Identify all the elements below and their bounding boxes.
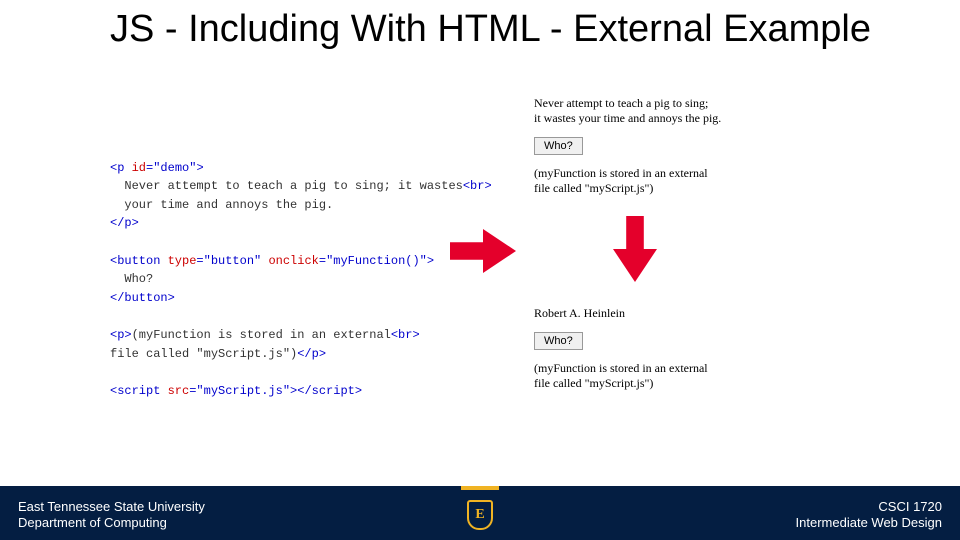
note-line2: file called "myScript.js") (534, 181, 653, 195)
browser-preview-after: Robert A. Heinlein Who? (myFunction is s… (534, 302, 774, 395)
footer-accent (0, 486, 960, 490)
slide-footer: East Tennessee State University Departme… (0, 490, 960, 540)
note-line2: file called "myScript.js") (534, 376, 653, 390)
note-line1: (myFunction is stored in an external (534, 361, 708, 375)
who-button[interactable]: Who? (534, 137, 583, 155)
browser-preview-before: Never attempt to teach a pig to sing; it… (534, 92, 774, 200)
course-code: CSCI 1720 (495, 499, 942, 515)
slide-title: JS - Including With HTML - External Exam… (110, 10, 871, 50)
note-line1: (myFunction is stored in an external (534, 166, 708, 180)
demo-text-line1: Never attempt to teach a pig to sing; (534, 96, 708, 110)
arrow-down-icon (612, 216, 658, 282)
department-name: Department of Computing (18, 515, 465, 531)
footer-left: East Tennessee State University Departme… (0, 499, 465, 532)
course-name: Intermediate Web Design (495, 515, 942, 531)
logo-letter: E (467, 500, 493, 530)
who-button[interactable]: Who? (534, 332, 583, 350)
demo-text-line2: it wastes your time and annoys the pig. (534, 111, 721, 125)
arrow-right-icon (450, 228, 516, 274)
footer-right: CSCI 1720 Intermediate Web Design (495, 499, 960, 532)
demo-text-result: Robert A. Heinlein (534, 306, 774, 321)
university-name: East Tennessee State University (18, 499, 465, 515)
etsu-logo-icon: E (465, 498, 495, 532)
code-sample: <p id="demo"> Never attempt to teach a p… (110, 140, 492, 400)
